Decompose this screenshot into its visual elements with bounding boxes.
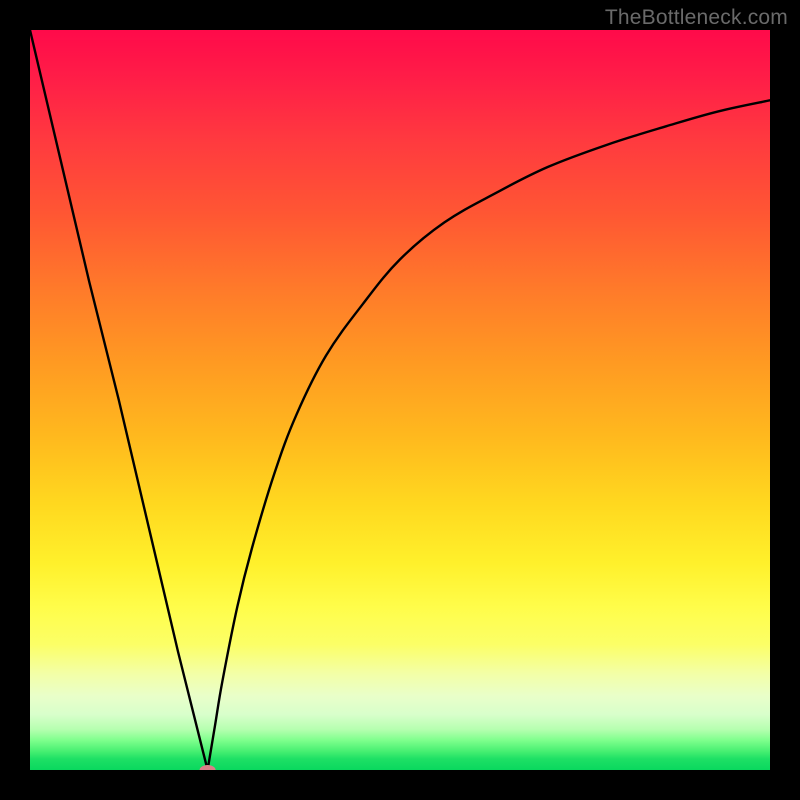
- minimum-marker: [200, 765, 216, 770]
- chart-frame: TheBottleneck.com: [0, 0, 800, 800]
- plot-area: [30, 30, 770, 770]
- curve-path: [30, 30, 770, 770]
- bottleneck-curve: [30, 30, 770, 770]
- watermark-text: TheBottleneck.com: [605, 6, 788, 30]
